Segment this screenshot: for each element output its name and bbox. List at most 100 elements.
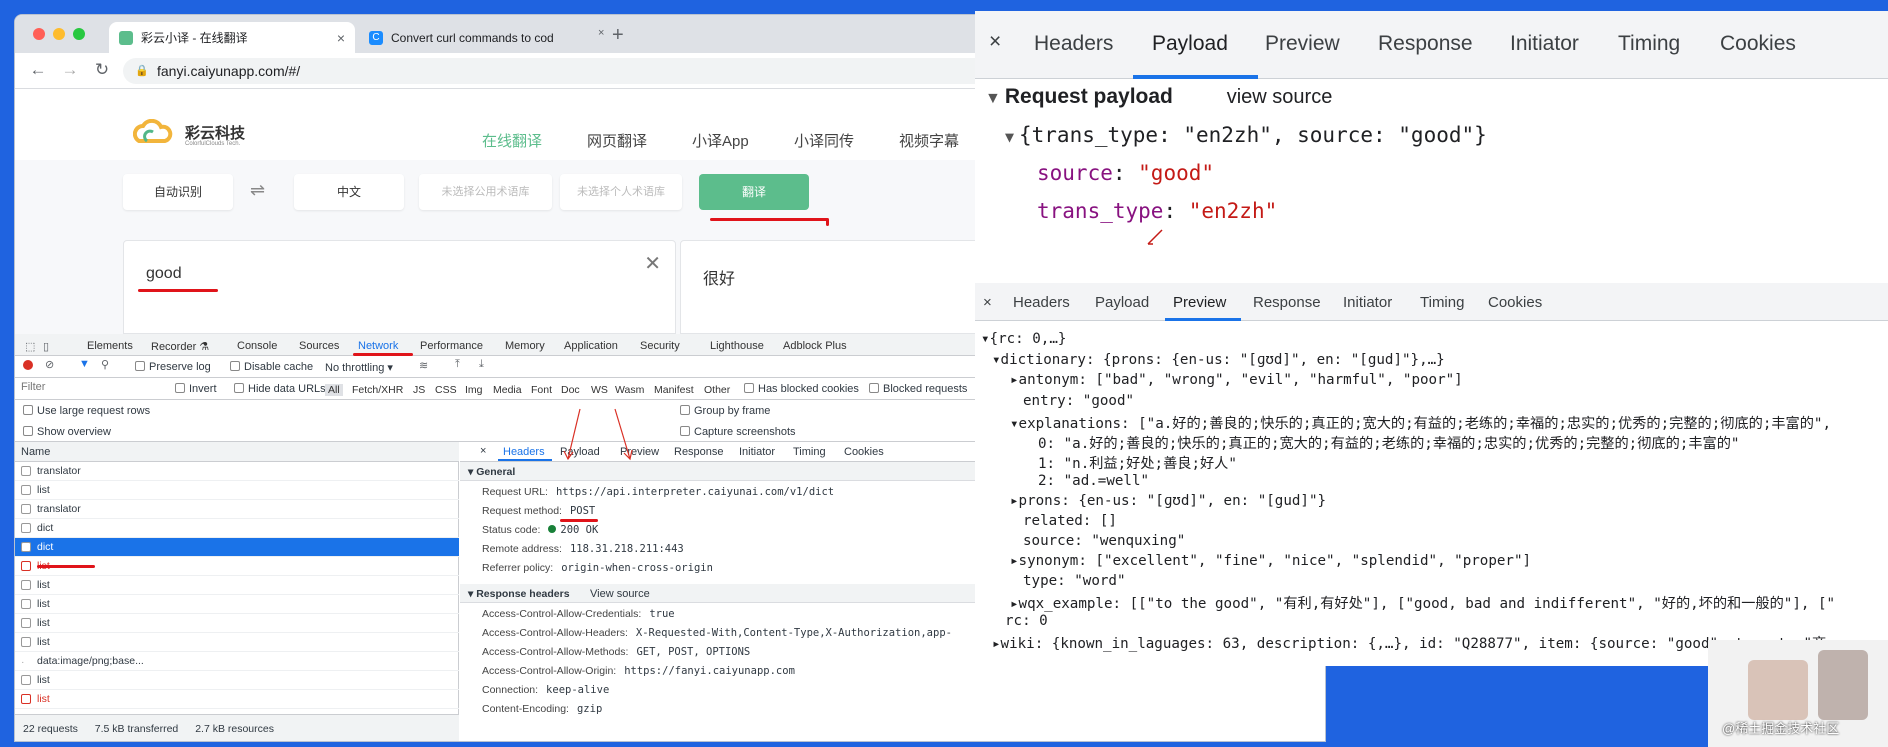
tab-caiyun[interactable]: 彩云小译 - 在线翻译 × — [109, 22, 355, 53]
translate-button[interactable]: 翻译 — [699, 174, 809, 210]
nav-interpretation[interactable]: 小译同传 — [794, 130, 854, 151]
sub-tab-cookies[interactable]: Cookies — [1488, 294, 1542, 311]
json-prons[interactable]: ▸prons: {en-us: "[ɡʊd]", en: "[gud]"} — [1010, 493, 1326, 509]
popup-tab-headers[interactable]: Headers — [1034, 32, 1113, 56]
filter-css[interactable]: CSS — [435, 384, 457, 396]
request-payload-header[interactable]: ▼ Request payload view source — [985, 85, 1332, 109]
device-toggle-icon[interactable]: ▯ — [43, 340, 49, 353]
popup-tab-preview[interactable]: Preview — [1265, 32, 1340, 56]
clear-text-icon[interactable]: ✕ — [644, 251, 661, 276]
close-detail-icon[interactable]: × — [480, 445, 486, 457]
filter-font[interactable]: Font — [531, 384, 552, 396]
json-explanations[interactable]: ▾explanations: ["a.好的;善良的;快乐的;真正的;宽大的;有益… — [1010, 413, 1831, 433]
detail-tab-response[interactable]: Response — [674, 446, 724, 458]
filter-input[interactable]: Filter — [19, 381, 169, 396]
request-row[interactable]: list — [15, 633, 459, 652]
detail-tab-timing[interactable]: Timing — [793, 446, 826, 458]
request-row[interactable]: · data:image/png;base... — [15, 652, 459, 671]
popup-tab-payload[interactable]: Payload — [1152, 32, 1228, 56]
filter-icon[interactable]: ▼ — [79, 358, 90, 370]
large-rows-checkbox[interactable]: Use large request rows — [23, 405, 150, 417]
tab-close-icon[interactable]: × — [337, 30, 345, 46]
target-language-select[interactable]: 中文 — [294, 174, 404, 210]
new-tab-button[interactable]: + — [612, 24, 624, 47]
request-row[interactable]: list — [15, 690, 459, 709]
filter-js[interactable]: JS — [413, 384, 425, 396]
view-source-link[interactable]: View source — [590, 588, 650, 600]
request-row[interactable]: list — [15, 576, 459, 595]
blocked-requests-checkbox[interactable]: Blocked requests — [869, 383, 967, 395]
filter-fetch-xhr[interactable]: Fetch/XHR — [352, 384, 403, 396]
sub-tab-response[interactable]: Response — [1253, 294, 1321, 311]
devtools-tab-security[interactable]: Security — [640, 340, 680, 352]
minimize-window-icon[interactable] — [53, 28, 65, 40]
json-antonym[interactable]: ▸antonym: ["bad", "wrong", "evil", "harm… — [1010, 372, 1463, 388]
popup-tab-response[interactable]: Response — [1378, 32, 1473, 56]
close-popup-icon[interactable]: × — [989, 30, 1001, 54]
reload-icon[interactable]: ↻ — [91, 60, 113, 80]
nav-app[interactable]: 小译App — [692, 130, 749, 151]
detail-tab-cookies[interactable]: Cookies — [844, 446, 884, 458]
devtools-tab-lighthouse[interactable]: Lighthouse — [710, 340, 764, 352]
clear-log-icon[interactable]: ⊘ — [45, 358, 54, 371]
export-har-icon[interactable]: ⤓ — [479, 358, 484, 371]
request-row[interactable]: list — [15, 671, 459, 690]
blocked-cookies-checkbox[interactable]: Has blocked cookies — [744, 383, 859, 395]
nav-video-subtitles[interactable]: 视频字幕 — [899, 130, 959, 151]
filter-doc[interactable]: Doc — [561, 384, 580, 396]
back-arrow-icon[interactable]: ← — [27, 60, 49, 80]
sub-tab-payload[interactable]: Payload — [1095, 294, 1149, 311]
public-glossary-select[interactable]: 未选择公用术语库 — [419, 174, 552, 210]
filter-ws[interactable]: WS — [591, 384, 608, 396]
request-row[interactable]: translator — [15, 462, 459, 481]
name-column-header[interactable]: Name — [21, 446, 50, 458]
request-row[interactable]: dict — [15, 519, 459, 538]
sub-tab-initiator[interactable]: Initiator — [1343, 294, 1392, 311]
search-icon[interactable]: ⚲ — [101, 358, 109, 371]
throttling-select[interactable]: No throttling ▾ — [325, 361, 393, 374]
wifi-conditions-icon[interactable]: ≋ — [419, 359, 428, 372]
devtools-tab-memory[interactable]: Memory — [505, 340, 545, 352]
inspect-element-icon[interactable]: ⬚ — [25, 340, 35, 353]
filter-img[interactable]: Img — [465, 384, 483, 396]
group-by-frame-checkbox[interactable]: Group by frame — [680, 405, 770, 417]
import-har-icon[interactable]: ⤒ — [455, 358, 460, 371]
close-preview-icon[interactable]: × — [983, 294, 992, 311]
popup-tab-timing[interactable]: Timing — [1618, 32, 1680, 56]
json-wqx-example[interactable]: ▸wqx_example: [["to the good", "有利,有好处"]… — [1010, 593, 1835, 613]
json-root[interactable]: ▾{rc: 0,…} — [981, 331, 1066, 347]
filter-media[interactable]: Media — [493, 384, 522, 396]
payload-object-summary[interactable]: ▼ {trans_type: "en2zh", source: "good"} — [1005, 123, 1487, 147]
request-row[interactable]: list — [15, 481, 459, 500]
filter-wasm[interactable]: Wasm — [615, 384, 644, 396]
json-wiki[interactable]: ▸wiki: {known_in_laguages: 63, descripti… — [992, 633, 1826, 653]
detail-tab-headers[interactable]: Headers — [503, 446, 545, 458]
devtools-tab-adblock[interactable]: Adblock Plus — [783, 340, 847, 352]
preserve-log-checkbox[interactable]: Preserve log — [135, 361, 211, 373]
source-language-select[interactable]: 自动识别 — [123, 174, 233, 210]
private-glossary-select[interactable]: 未选择个人术语库 — [560, 174, 682, 210]
sub-tab-headers[interactable]: Headers — [1013, 294, 1070, 311]
popup-tab-cookies[interactable]: Cookies — [1720, 32, 1796, 56]
source-text[interactable]: good — [146, 265, 182, 283]
request-row[interactable]: list — [15, 614, 459, 633]
filter-all[interactable]: All — [325, 384, 343, 396]
popup-tab-initiator[interactable]: Initiator — [1510, 32, 1579, 56]
swap-languages-icon[interactable]: ⇌ — [250, 180, 265, 201]
nav-web-translate[interactable]: 网页翻译 — [587, 130, 647, 151]
forward-arrow-icon[interactable]: → — [59, 60, 81, 80]
disable-cache-checkbox[interactable]: Disable cache — [230, 361, 313, 373]
request-row[interactable]: list — [15, 557, 459, 576]
devtools-tab-network[interactable]: Network — [358, 340, 398, 352]
devtools-tab-elements[interactable]: Elements — [87, 340, 133, 352]
devtools-tab-application[interactable]: Application — [564, 340, 618, 352]
sub-tab-preview[interactable]: Preview — [1173, 294, 1226, 311]
request-row[interactable]: translator — [15, 500, 459, 519]
maximize-window-icon[interactable] — [73, 28, 85, 40]
capture-screenshots-checkbox[interactable]: Capture screenshots — [680, 426, 796, 438]
record-icon[interactable] — [23, 360, 33, 370]
tab-curl-converter[interactable]: C Convert curl commands to cod — [359, 22, 603, 53]
request-row[interactable]: list — [15, 595, 459, 614]
json-synonym[interactable]: ▸synonym: ["excellent", "fine", "nice", … — [1010, 553, 1531, 569]
close-window-icon[interactable] — [33, 28, 45, 40]
